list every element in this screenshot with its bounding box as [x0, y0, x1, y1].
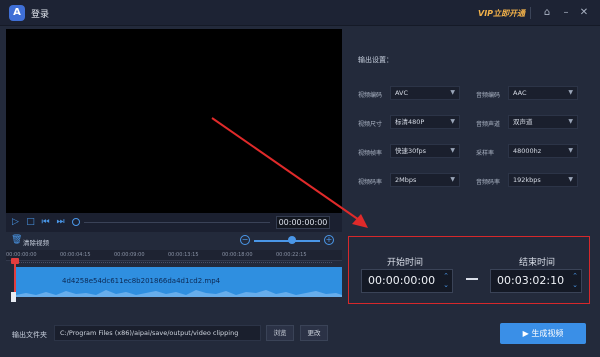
annotation-arrow [211, 117, 368, 228]
